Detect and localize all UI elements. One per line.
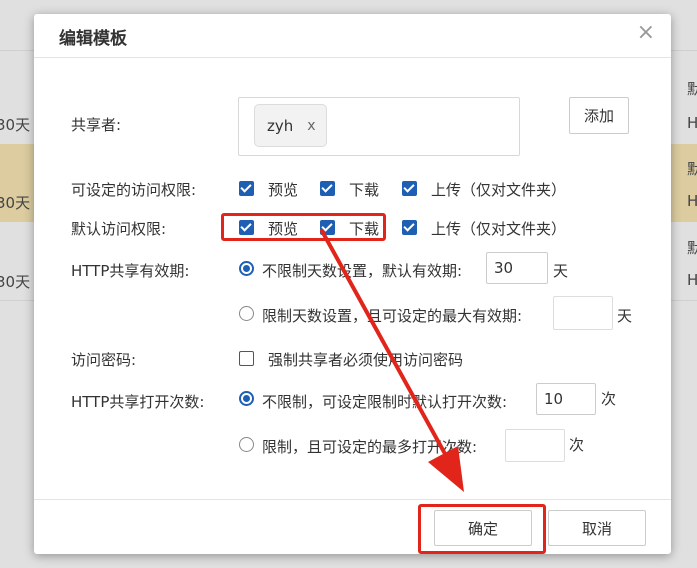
default-permissions-label: 默认访问权限: [71, 220, 167, 238]
default-open-count-input[interactable]: 10 [536, 383, 596, 415]
cancel-button[interactable]: 取消 [548, 510, 646, 546]
open-count-limited-label: 限制，且可设定的最多打开次数: [262, 438, 478, 456]
sharer-tag-text: zyh [267, 116, 294, 135]
footer-divider [34, 499, 671, 500]
background-cell: 30天 [0, 194, 31, 212]
settable-permissions-label: 可设定的访问权限: [71, 181, 197, 199]
default-upload-label: 上传（仅对文件夹） [431, 220, 567, 238]
sharer-label: 共享者: [71, 116, 122, 134]
background-cell: 默 [687, 160, 697, 178]
open-count-limited-radio[interactable] [239, 437, 254, 452]
default-upload-checkbox[interactable] [402, 220, 417, 235]
highlight-default-permissions [221, 213, 386, 241]
settable-upload-label: 上传（仅对文件夹） [431, 181, 567, 199]
background-cell: H [687, 192, 697, 210]
validity-limited-label: 限制天数设置，且可设定的最大有效期: [262, 307, 523, 325]
add-sharer-button[interactable]: 添加 [569, 97, 629, 134]
background-cell: 默 [687, 80, 697, 98]
open-count-unit-label: 次 [601, 390, 617, 408]
max-validity-days-input[interactable] [553, 296, 613, 330]
open-count-unlimited-label: 不限制，可设定限制时默认打开次数: [262, 393, 508, 411]
max-open-count-input[interactable] [505, 429, 565, 462]
remove-tag-icon[interactable]: x [307, 118, 315, 134]
edit-template-dialog: 编辑模板 × 共享者: zyh x 添加 可设定的访问权限: 预览 下载 上传（… [34, 14, 671, 554]
access-password-label: 访问密码: [71, 351, 137, 369]
dialog-header: 编辑模板 × [34, 14, 671, 58]
background-cell: H [687, 271, 697, 289]
background-cell: 默 [687, 239, 697, 257]
close-icon[interactable]: × [637, 20, 655, 45]
force-password-label: 强制共享者必须使用访问密码 [268, 351, 464, 369]
highlight-confirm-button [418, 504, 546, 554]
validity-unlimited-label: 不限制天数设置，默认有效期: [262, 262, 463, 280]
open-count-limited-unit-label: 次 [569, 436, 585, 454]
settable-upload-checkbox[interactable] [402, 181, 417, 196]
settable-download-checkbox[interactable] [320, 181, 335, 196]
default-validity-days-input[interactable]: 30 [486, 252, 548, 284]
validity-limited-unit-label: 天 [617, 307, 633, 325]
http-validity-label: HTTP共享有效期: [71, 262, 190, 280]
open-count-unlimited-radio[interactable] [239, 391, 254, 406]
force-password-checkbox[interactable] [239, 351, 254, 366]
http-open-count-label: HTTP共享打开次数: [71, 393, 205, 411]
validity-limited-radio[interactable] [239, 306, 254, 321]
sharer-input-box[interactable]: zyh x [238, 97, 520, 156]
sharer-tag: zyh x [254, 104, 327, 147]
validity-unlimited-radio[interactable] [239, 261, 254, 276]
background-cell: 30天 [0, 116, 31, 134]
background-cell: H [687, 114, 697, 132]
background-cell: 30天 [0, 273, 31, 291]
validity-unit-label: 天 [553, 262, 569, 280]
dialog-title: 编辑模板 [59, 29, 127, 49]
settable-download-label: 下载 [349, 181, 380, 199]
settable-preview-checkbox[interactable] [239, 181, 254, 196]
settable-preview-label: 预览 [268, 181, 299, 199]
